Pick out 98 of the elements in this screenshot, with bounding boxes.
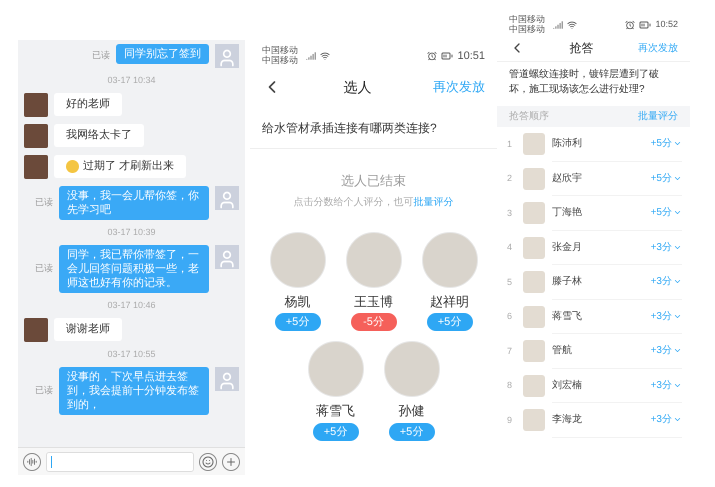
- score-dropdown[interactable]: +5分: [650, 170, 682, 186]
- batch-score-link[interactable]: 批量评分: [414, 194, 454, 210]
- emoji-icon: [66, 160, 79, 173]
- student-name: 赵欣宇: [552, 172, 582, 186]
- sent-message: 没事，我一会儿帮你签，你先学习吧: [59, 186, 209, 220]
- status-time: 10:51: [457, 48, 485, 64]
- avatar-photo: [24, 155, 48, 179]
- read-label: 已读: [92, 49, 110, 62]
- read-label: 已读: [35, 262, 53, 276]
- ended-title: 选人已结束: [341, 172, 406, 190]
- student-name: 陈沛利: [552, 136, 582, 152]
- student-name: 张金月: [552, 240, 582, 255]
- wifi-icon: [567, 20, 577, 30]
- hint-text: 点击分数给个人评分，也可: [294, 196, 414, 210]
- received-message: 谢谢老师: [66, 322, 110, 337]
- student-name: 滕子林: [552, 274, 582, 290]
- signal-icon: [306, 51, 316, 61]
- avatar-photo: [523, 374, 545, 397]
- student-name: 蒋雪飞: [552, 310, 582, 324]
- avatar-photo: [523, 202, 545, 224]
- rank-number: 6: [507, 310, 514, 323]
- received-message: 好的老师: [66, 97, 110, 112]
- avatar-photo: [523, 133, 545, 156]
- voice-icon: [27, 456, 37, 466]
- timestamp: 03-17 10:39: [107, 227, 156, 238]
- avatar-photo: [523, 271, 545, 294]
- avatar-photo: [523, 236, 545, 259]
- reissue-button[interactable]: 再次发放: [638, 40, 678, 56]
- received-message: 过期了 才刷新出来: [83, 159, 174, 174]
- page-title: 抢答: [570, 40, 594, 57]
- rank-number: 3: [507, 206, 514, 220]
- page-title: 选人: [344, 78, 372, 96]
- person-name: 王玉博: [354, 292, 393, 310]
- rank-number: 9: [507, 414, 514, 426]
- carrier-label: 中国移动: [509, 26, 545, 34]
- score-button[interactable]: +5分: [274, 313, 320, 331]
- student-name: 管航: [552, 344, 572, 358]
- score-dropdown[interactable]: +3分: [650, 240, 682, 255]
- read-label: 已读: [35, 384, 53, 398]
- score-button[interactable]: +5分: [388, 422, 434, 440]
- avatar-photo: [24, 93, 48, 117]
- sent-message: 同学别忘了签到: [116, 44, 209, 64]
- avatar-photo: [523, 409, 545, 432]
- question-text: 管道螺纹连接时，镀锌层遭到了破坏，施工现场该怎么进行处理?: [509, 68, 660, 97]
- voice-button[interactable]: [23, 452, 41, 470]
- status-time: 10:52: [655, 18, 678, 32]
- batch-score-button[interactable]: 批量评分: [638, 109, 678, 124]
- timestamp: 03-17 10:46: [107, 300, 156, 311]
- score-button[interactable]: +5分: [426, 313, 472, 331]
- avatar-photo: [523, 306, 545, 328]
- carrier-label: 中国移动: [262, 56, 298, 66]
- person-name: 孙健: [398, 402, 424, 420]
- person-name: 赵祥明: [430, 292, 469, 310]
- emoji-button[interactable]: [199, 452, 217, 470]
- alarm-icon: [427, 51, 438, 61]
- rank-number: 5: [507, 276, 514, 288]
- score-dropdown[interactable]: +3分: [650, 412, 682, 428]
- avatar-photo: [523, 340, 545, 362]
- person-name: 杨凯: [284, 292, 310, 310]
- score-dropdown[interactable]: +5分: [650, 136, 682, 152]
- timestamp: 03-17 10:55: [107, 349, 156, 360]
- avatar-photo: [24, 318, 48, 342]
- student-name: 丁海艳: [552, 206, 582, 220]
- rank-number: 4: [507, 241, 514, 254]
- score-dropdown[interactable]: +3分: [650, 378, 682, 393]
- wifi-icon: [320, 51, 330, 61]
- sent-message: 同学，我已帮你带签了，一会儿回答问题积极一些，老师这也好有你的记录。: [59, 245, 209, 293]
- rank-number: 2: [507, 172, 514, 185]
- plus-icon: [225, 456, 237, 468]
- smiley-icon: [202, 456, 214, 468]
- message-input[interactable]: [46, 452, 194, 472]
- student-name: 李海龙: [552, 412, 582, 428]
- read-label: 已读: [35, 196, 53, 210]
- person-name: 蒋雪飞: [316, 402, 355, 420]
- alarm-icon: [625, 20, 636, 30]
- rank-number: 7: [507, 344, 514, 358]
- battery-icon: [441, 50, 454, 62]
- score-dropdown[interactable]: +3分: [650, 308, 682, 324]
- received-message: 我网络太卡了: [66, 128, 132, 143]
- add-button[interactable]: [222, 452, 240, 470]
- sent-message: 没事的，下次早点进去签到，我会提前十分钟发布签到的，: [59, 367, 209, 415]
- battery-icon: [639, 19, 652, 31]
- signal-icon: [553, 20, 563, 30]
- score-dropdown[interactable]: +3分: [650, 274, 682, 290]
- score-dropdown[interactable]: +5分: [650, 205, 682, 220]
- avatar-photo: [24, 124, 48, 148]
- carrier-label: 中国移动: [262, 46, 298, 56]
- score-button[interactable]: +5分: [312, 422, 358, 440]
- score-dropdown[interactable]: +3分: [650, 343, 682, 358]
- avatar-photo: [523, 168, 545, 190]
- order-label: 抢答顺序: [509, 110, 549, 124]
- rank-number: 8: [507, 379, 514, 392]
- question-text: 给水管材承插连接有哪两类连接?: [262, 121, 437, 135]
- reissue-button[interactable]: 再次发放: [433, 77, 485, 97]
- rank-number: 1: [507, 138, 514, 150]
- student-name: 刘宏楠: [552, 378, 582, 393]
- timestamp: 03-17 10:34: [107, 75, 156, 86]
- score-button[interactable]: -5分: [350, 313, 396, 331]
